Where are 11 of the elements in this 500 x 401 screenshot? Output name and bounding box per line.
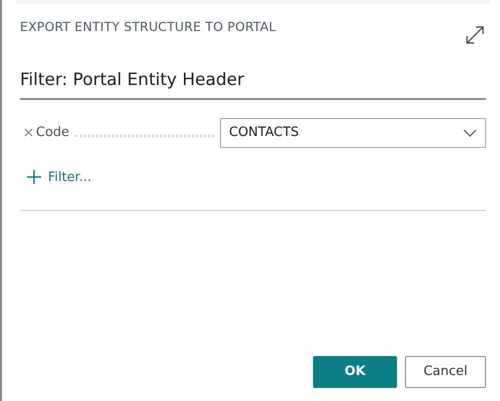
expand-icon[interactable]	[464, 24, 486, 46]
add-filter-link[interactable]: Filter...	[26, 168, 92, 187]
remove-filter-icon[interactable]	[24, 128, 33, 137]
filter-field-label: Code	[36, 124, 70, 142]
ok-button[interactable]: OK	[313, 356, 397, 388]
cancel-button[interactable]: Cancel	[405, 356, 486, 388]
filter-value-dropdown[interactable]: CONTACTS	[220, 118, 486, 148]
dialog-title: EXPORT ENTITY STRUCTURE TO PORTAL	[20, 18, 276, 36]
plus-icon	[26, 169, 42, 186]
chevron-down-icon	[463, 128, 477, 136]
filter-heading: Filter: Portal Entity Header	[20, 68, 486, 100]
